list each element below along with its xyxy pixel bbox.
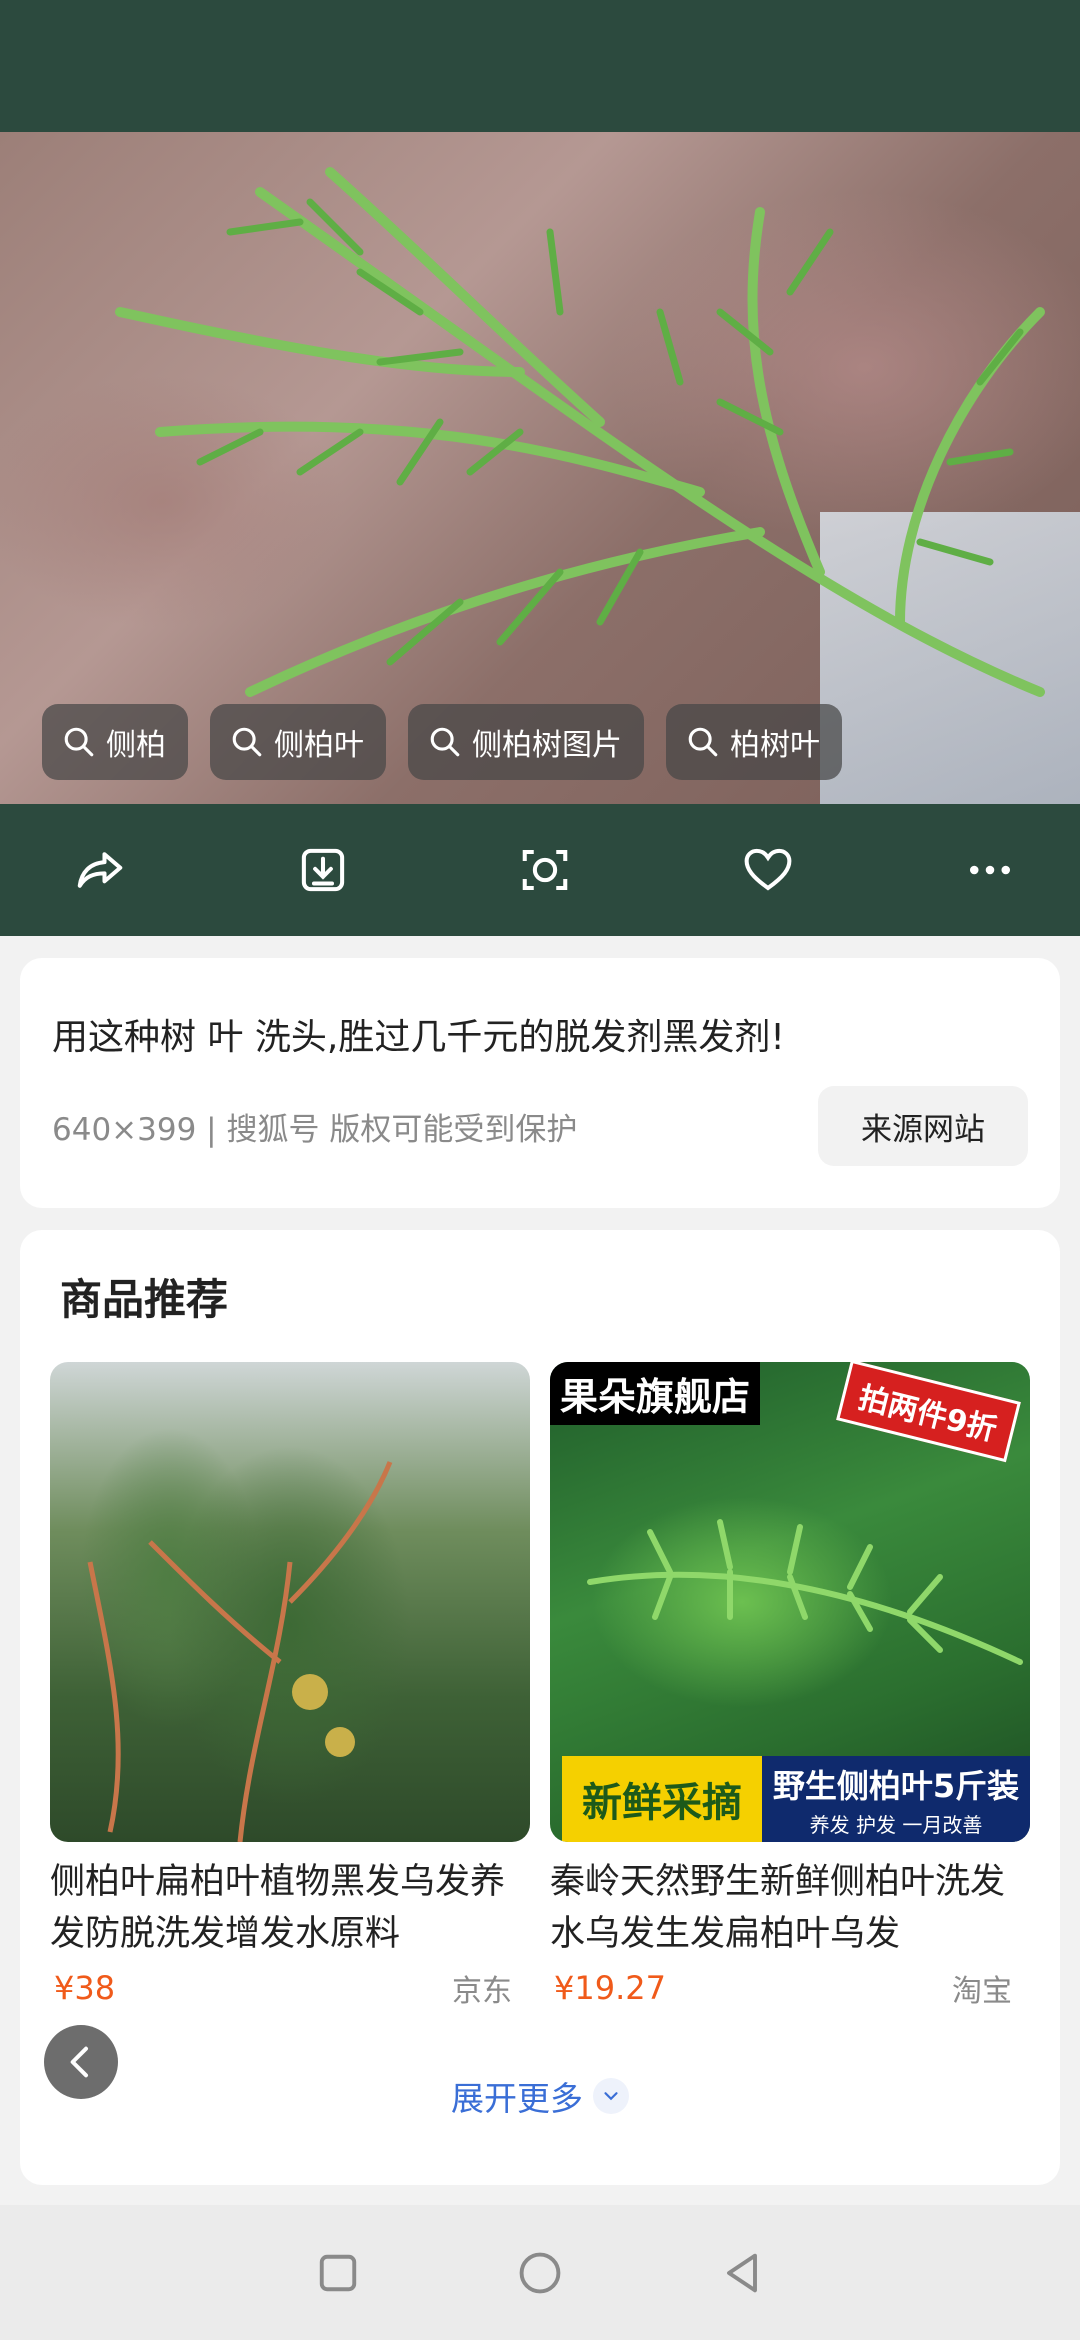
product-shop: 京东 xyxy=(452,1974,512,2009)
banner-right: 野生侧柏叶5斤装 养发 护发 一月改善 xyxy=(762,1756,1030,1842)
home-icon[interactable] xyxy=(514,2247,566,2299)
image-info-card: 用这种树 叶 洗头,胜过几千元的脱发剂黑发剂! 640×399 | 搜狐号 版权… xyxy=(20,958,1060,1208)
scan-icon xyxy=(522,849,568,891)
search-tag-label: 侧柏叶 xyxy=(274,728,364,763)
expand-more-button[interactable]: 展开更多 xyxy=(0,2072,1080,2120)
search-tag[interactable]: 柏树叶 xyxy=(666,704,842,780)
search-tag-label: 侧柏 xyxy=(106,728,166,763)
banner-right-sub: 养发 护发 一月改善 xyxy=(809,1812,983,1837)
more-dots-icon xyxy=(969,865,1011,875)
download-icon xyxy=(301,848,344,892)
search-tag-label: 柏树叶 xyxy=(730,728,820,763)
top-status-bar xyxy=(0,0,1080,132)
section-title: 商品推荐 xyxy=(60,1275,229,1324)
product-price-row: ¥38 京东 xyxy=(50,1966,530,2010)
system-nav-bar xyxy=(0,2205,1080,2340)
product-name[interactable]: 秦岭天然野生新鲜侧柏叶洗发水乌发生发扁柏叶乌发 xyxy=(550,1856,1030,1960)
product-image[interactable] xyxy=(50,1362,530,1842)
image-meta: 640×399 | 搜狐号 版权可能受到保护 xyxy=(52,1112,578,1148)
product-banner: 新鲜采摘 野生侧柏叶5斤装 养发 护发 一月改善 xyxy=(562,1756,1030,1842)
search-tag-label: 侧柏树图片 xyxy=(472,728,622,763)
branch-illustration xyxy=(87,1461,393,1842)
search-tag[interactable]: 侧柏叶 xyxy=(210,704,386,780)
product-price-row: ¥19.27 淘宝 xyxy=(550,1966,1030,2010)
search-tag[interactable]: 侧柏 xyxy=(42,704,188,780)
product-name[interactable]: 侧柏叶扁柏叶植物黑发乌发养发防脱洗发增发水原料 xyxy=(50,1856,530,1960)
search-icon xyxy=(688,727,718,757)
product-price: ¥19.27 xyxy=(554,1969,666,2007)
product-shop: 淘宝 xyxy=(952,1974,1012,2009)
banner-left: 新鲜采摘 xyxy=(562,1756,762,1842)
heart-icon xyxy=(744,848,791,891)
product-recommend-card: 商品推荐 侧柏叶扁柏叶植物黑发乌发养发防脱洗发增发水原料 ¥38 京东 果朵旗舰… xyxy=(20,1230,1060,2185)
expand-more-label: 展开更多 xyxy=(451,2079,583,2118)
scan-button[interactable] xyxy=(513,838,577,902)
product-image[interactable]: 果朵旗舰店 拍两件9折 新鲜采摘 野生侧柏叶5斤装 养发 护发 一月改善 xyxy=(550,1362,1030,1842)
search-tag-row: 侧柏 侧柏叶 侧柏树图片 柏树叶 xyxy=(42,704,842,780)
share-button[interactable] xyxy=(68,838,132,902)
image-action-bar xyxy=(0,804,1080,936)
store-label: 果朵旗舰店 xyxy=(550,1362,761,1425)
chevron-down-icon xyxy=(593,2078,629,2114)
image-title: 用这种树 叶 洗头,胜过几千元的脱发剂黑发剂! xyxy=(52,1017,785,1058)
search-icon xyxy=(430,727,460,757)
search-icon xyxy=(232,727,262,757)
product-card[interactable]: 侧柏叶扁柏叶植物黑发乌发养发防脱洗发增发水原料 ¥38 京东 xyxy=(50,1362,530,2010)
download-button[interactable] xyxy=(291,838,355,902)
back-nav-icon[interactable] xyxy=(716,2247,768,2299)
search-icon xyxy=(64,727,94,757)
share-icon xyxy=(77,852,123,888)
source-site-button[interactable]: 来源网站 xyxy=(818,1086,1028,1166)
banner-right-title: 野生侧柏叶5斤装 xyxy=(772,1766,1020,1805)
favorite-button[interactable] xyxy=(736,838,800,902)
more-button[interactable] xyxy=(958,838,1022,902)
product-card[interactable]: 果朵旗舰店 拍两件9折 新鲜采摘 野生侧柏叶5斤装 养发 护发 一月改善 秦岭天… xyxy=(550,1362,1030,2010)
search-tag[interactable]: 侧柏树图片 xyxy=(408,704,644,780)
recent-apps-icon[interactable] xyxy=(312,2247,364,2299)
main-image[interactable]: 侧柏 侧柏叶 侧柏树图片 柏树叶 xyxy=(0,132,1080,804)
product-price: ¥38 xyxy=(54,1969,116,2007)
